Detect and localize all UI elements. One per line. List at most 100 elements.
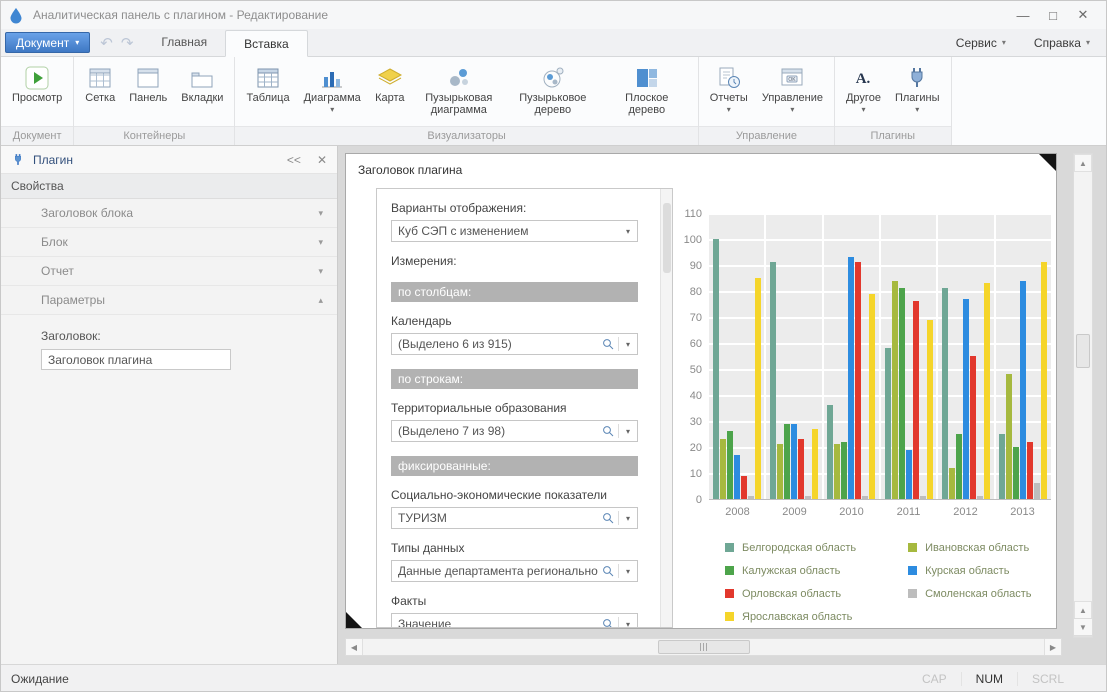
- search-icon[interactable]: [598, 512, 618, 524]
- bar: [855, 262, 861, 499]
- accordion-item-block-title[interactable]: Заголовок блока ▾: [1, 199, 337, 228]
- ribbon-button-table[interactable]: Таблица: [240, 60, 295, 126]
- chevron-down-icon: ▾: [861, 105, 865, 114]
- bar: [841, 442, 847, 499]
- bar: [777, 444, 783, 499]
- ribbon-button-grid[interactable]: Сетка: [79, 60, 121, 126]
- redo-button[interactable]: ↷: [121, 34, 134, 52]
- scrollbar-thumb[interactable]: [663, 203, 671, 273]
- ribbon-button-tabs[interactable]: Вкладки: [175, 60, 229, 126]
- y-tick-label: 0: [696, 494, 702, 506]
- calendar-combo[interactable]: (Выделено 6 из 915) ▾: [391, 333, 638, 355]
- undo-button[interactable]: ↶: [100, 34, 113, 52]
- chevron-down-icon: ▾: [330, 105, 334, 114]
- chevron-down-icon[interactable]: ▾: [619, 514, 637, 523]
- legend-label: Ивановская область: [925, 542, 1029, 554]
- scrollbar-thumb[interactable]: [658, 640, 750, 654]
- legend-item: Ярославская область: [725, 605, 856, 628]
- bar: [805, 496, 811, 499]
- properties-panel-header: Плагин << ✕: [1, 146, 337, 174]
- ribbon-button-chart[interactable]: Диаграмма ▾: [298, 60, 367, 126]
- ribbon-button-preview[interactable]: Просмотр: [6, 60, 68, 126]
- indicators-combo[interactable]: ТУРИЗМ ▾: [391, 507, 638, 529]
- treemap-icon: [634, 63, 660, 92]
- ribbon-button-bubble-chart[interactable]: Пузырьковая диаграмма: [413, 60, 505, 126]
- horizontal-scrollbar[interactable]: ◀ ▶: [345, 638, 1062, 656]
- ribbon-button-label: Карта: [375, 92, 404, 104]
- tab-home[interactable]: Главная: [143, 29, 225, 56]
- title-param-input[interactable]: [41, 349, 231, 370]
- ribbon-button-flat-tree[interactable]: Плоское дерево: [601, 60, 693, 126]
- properties-section-header: Свойства: [1, 174, 337, 199]
- service-menu[interactable]: Сервис ▾: [956, 36, 1006, 50]
- scrollbar-track[interactable]: [363, 639, 1044, 655]
- territories-label: Территориальные образования: [391, 401, 637, 415]
- chevron-down-icon[interactable]: ▾: [619, 620, 637, 629]
- scroll-corner-button[interactable]: ▼: [1073, 618, 1093, 636]
- search-icon[interactable]: [598, 618, 618, 628]
- resize-handle-top-right[interactable]: [1039, 154, 1056, 171]
- legend-marker: [725, 612, 734, 621]
- scroll-right-button[interactable]: ▶: [1044, 639, 1061, 655]
- dashboard-canvas: Заголовок плагина Варианты отображения: …: [338, 146, 1106, 664]
- svg-text:A.: A.: [856, 71, 871, 87]
- scroll-page-button[interactable]: ▲: [1074, 601, 1092, 619]
- ribbon-button-manage[interactable]: OK Управление ▾: [756, 60, 829, 126]
- chevron-down-icon[interactable]: ▾: [619, 340, 637, 349]
- collapse-panel-button[interactable]: <<: [287, 153, 301, 167]
- accordion-item-parameters[interactable]: Параметры ▴: [1, 286, 337, 315]
- form-scrollbar[interactable]: [660, 189, 672, 627]
- legend-marker: [725, 543, 734, 552]
- chevron-down-icon[interactable]: ▾: [619, 227, 637, 236]
- ribbon-button-label: Просмотр: [12, 92, 62, 104]
- combo-value: (Выделено 7 из 98): [392, 424, 598, 438]
- ribbon-button-panel[interactable]: Панель: [123, 60, 173, 126]
- chevron-down-icon[interactable]: ▾: [619, 427, 637, 436]
- facts-combo[interactable]: Значение ▾: [391, 613, 638, 628]
- plugin-widget[interactable]: Заголовок плагина Варианты отображения: …: [345, 153, 1057, 629]
- y-tick-label: 70: [690, 312, 702, 324]
- plugin-settings-form: Варианты отображения: Куб СЭП с изменени…: [376, 188, 673, 628]
- ribbon-button-reports[interactable]: Отчеты ▾: [704, 60, 754, 126]
- tab-insert[interactable]: Вставка: [225, 30, 308, 57]
- vertical-scrollbar[interactable]: ▲ ▲ ▼: [1073, 153, 1093, 638]
- minimize-button[interactable]: —: [1008, 3, 1038, 27]
- dimensions-label: Измерения:: [391, 254, 637, 268]
- resize-handle-bottom-left[interactable]: [346, 612, 362, 628]
- data-types-combo[interactable]: Данные департамента региональной эк ▾: [391, 560, 638, 582]
- maximize-button[interactable]: □: [1038, 3, 1068, 27]
- legend-marker: [908, 566, 917, 575]
- data-types-label: Типы данных: [391, 541, 637, 555]
- help-menu[interactable]: Справка ▾: [1034, 36, 1090, 50]
- status-text: Ожидание: [11, 672, 69, 686]
- search-icon[interactable]: [598, 338, 618, 350]
- ribbon-button-map[interactable]: Карта: [369, 60, 411, 126]
- bar: [956, 434, 962, 499]
- y-tick-label: 90: [690, 260, 702, 272]
- ribbon-button-plugins[interactable]: Плагины ▾: [889, 60, 946, 126]
- y-tick-label: 100: [684, 234, 702, 246]
- bar: [798, 439, 804, 499]
- legend-label: Курская область: [925, 565, 1009, 577]
- ribbon-button-label: Другое: [846, 92, 881, 104]
- close-panel-button[interactable]: ✕: [317, 153, 327, 167]
- close-button[interactable]: ✕: [1068, 3, 1098, 27]
- chevron-down-icon[interactable]: ▾: [619, 567, 637, 576]
- by-columns-band: по столбцам:: [391, 282, 638, 302]
- scroll-left-button[interactable]: ◀: [346, 639, 363, 655]
- bar: [734, 455, 740, 499]
- accordion-item-block[interactable]: Блок ▾: [1, 228, 337, 257]
- display-options-select[interactable]: Куб СЭП с изменением ▾: [391, 220, 638, 242]
- ribbon-button-label: Диаграмма: [304, 92, 361, 104]
- ribbon-button-other[interactable]: A. Другое ▾: [840, 60, 887, 126]
- search-icon[interactable]: [598, 565, 618, 577]
- scrollbar-thumb[interactable]: [1076, 334, 1090, 368]
- bar: [848, 257, 854, 499]
- ribbon-button-bubble-tree[interactable]: Пузырьковое дерево: [507, 60, 599, 126]
- search-icon[interactable]: [598, 425, 618, 437]
- territories-combo[interactable]: (Выделено 7 из 98) ▾: [391, 420, 638, 442]
- accordion-item-report[interactable]: Отчет ▾: [1, 257, 337, 286]
- bar: [1013, 447, 1019, 499]
- document-menu-button[interactable]: Документ ▾: [5, 32, 90, 53]
- scroll-up-button[interactable]: ▲: [1074, 154, 1092, 172]
